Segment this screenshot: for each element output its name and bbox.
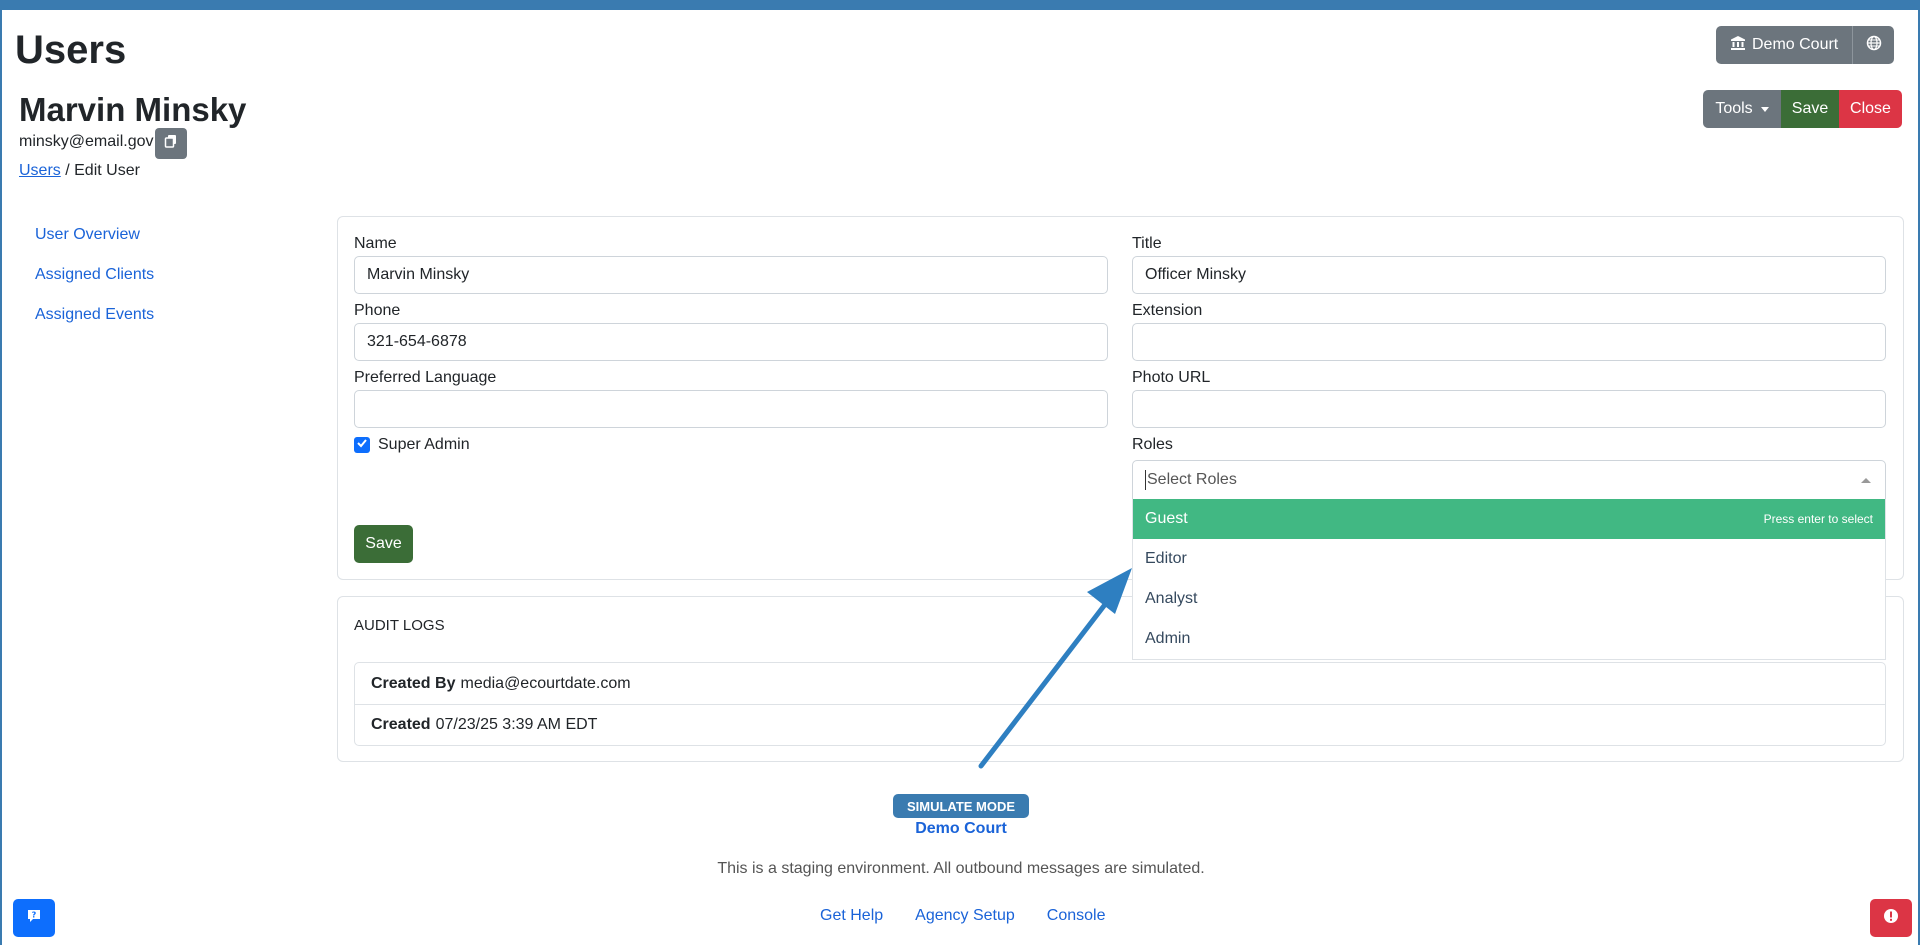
user-name-heading: Marvin Minsky [19, 91, 247, 128]
select-hint: Press enter to select [1763, 512, 1873, 526]
caret-up-icon [1861, 478, 1871, 483]
photo-url-label: Photo URL [1132, 369, 1211, 386]
staging-notice: This is a staging environment. All outbo… [717, 860, 1205, 877]
checkmark-icon [356, 436, 368, 454]
super-admin-label: Super Admin [378, 436, 470, 453]
name-input[interactable]: Marvin Minsky [354, 256, 1108, 294]
role-option-label: Editor [1145, 550, 1187, 567]
audit-logs-title: AUDIT LOGS [354, 617, 445, 634]
user-email: minsky@email.gov [19, 133, 154, 150]
title-input[interactable]: Officer Minsky [1132, 256, 1886, 294]
top-accent-bar [0, 0, 1920, 10]
audit-logs-table: Created By media@ecourtdate.com Created … [354, 662, 1886, 746]
footer-link-get-help[interactable]: Get Help [820, 907, 883, 925]
chat-icon: ? [26, 908, 42, 929]
roles-select[interactable]: Select Roles [1132, 460, 1886, 500]
alert-icon [1883, 908, 1899, 929]
globe-icon [1866, 35, 1882, 56]
tools-dropdown-button[interactable]: Tools [1703, 90, 1781, 128]
page-title: Users [15, 28, 127, 72]
left-edge-line [0, 10, 2, 945]
help-chat-button[interactable]: ? [13, 899, 55, 937]
extension-input[interactable] [1132, 323, 1886, 361]
breadcrumb-current: Edit User [74, 162, 140, 179]
svg-text:?: ? [32, 910, 37, 919]
audit-row: Created 07/23/25 3:39 AM EDT [355, 704, 1885, 745]
super-admin-checkbox[interactable] [354, 437, 370, 453]
court-button[interactable]: Demo Court [1716, 26, 1853, 64]
role-option-editor[interactable]: Editor [1133, 539, 1885, 579]
form-save-button[interactable]: Save [354, 525, 413, 563]
action-button-group: Tools Save Close [1703, 90, 1902, 128]
photo-url-input[interactable] [1132, 390, 1886, 428]
roles-dropdown-menu: Guest Press enter to select Editor Analy… [1132, 499, 1886, 660]
copy-email-button[interactable] [155, 128, 187, 159]
tools-label: Tools [1715, 100, 1753, 117]
simulate-mode-badge: SIMULATE MODE [893, 794, 1029, 818]
breadcrumb: Users / Edit User [19, 162, 140, 180]
sidebar-nav: User Overview Assigned Clients Assigned … [35, 224, 154, 344]
role-option-label: Admin [1145, 630, 1191, 647]
role-option-guest[interactable]: Guest Press enter to select [1133, 499, 1885, 539]
court-button-label: Demo Court [1752, 36, 1839, 53]
audit-value: 07/23/25 3:39 AM EDT [435, 716, 598, 733]
court-selector-group: Demo Court [1716, 26, 1895, 64]
sidebar-item-assigned-clients[interactable]: Assigned Clients [35, 264, 154, 304]
title-label: Title [1132, 235, 1162, 252]
copy-icon [164, 134, 178, 153]
audit-key: Created [371, 716, 431, 733]
bank-icon [1730, 35, 1746, 56]
sidebar-item-assigned-events[interactable]: Assigned Events [35, 304, 154, 344]
footer-link-agency-setup[interactable]: Agency Setup [915, 907, 1015, 925]
save-button[interactable]: Save [1781, 90, 1839, 128]
audit-key: Created By [371, 674, 456, 692]
role-option-label: Analyst [1145, 590, 1198, 607]
sidebar-item-user-overview[interactable]: User Overview [35, 224, 154, 264]
roles-placeholder: Select Roles [1147, 471, 1237, 488]
role-option-label: Guest [1145, 510, 1188, 527]
text-cursor [1145, 470, 1146, 490]
breadcrumb-users-link[interactable]: Users [19, 162, 61, 179]
footer-court-name: Demo Court [915, 820, 1007, 837]
phone-label: Phone [354, 302, 401, 319]
footer-links: Get Help Agency Setup Console [820, 907, 1105, 925]
audit-value: media@ecourtdate.com [460, 674, 631, 692]
role-option-admin[interactable]: Admin [1133, 619, 1885, 659]
extension-label: Extension [1132, 302, 1203, 319]
role-option-analyst[interactable]: Analyst [1133, 579, 1885, 619]
preferred-language-input[interactable] [354, 390, 1108, 428]
close-button[interactable]: Close [1839, 90, 1902, 128]
breadcrumb-separator: / [60, 162, 75, 179]
audit-row: Created By media@ecourtdate.com [355, 663, 1885, 704]
alert-button[interactable] [1870, 899, 1912, 937]
preferred-language-label: Preferred Language [354, 369, 497, 386]
language-button[interactable] [1852, 26, 1895, 64]
name-label: Name [354, 235, 397, 252]
caret-down-icon [1760, 106, 1769, 112]
roles-label: Roles [1132, 436, 1173, 453]
phone-input[interactable]: 321-654-6878 [354, 323, 1108, 361]
footer-link-console[interactable]: Console [1047, 907, 1106, 925]
